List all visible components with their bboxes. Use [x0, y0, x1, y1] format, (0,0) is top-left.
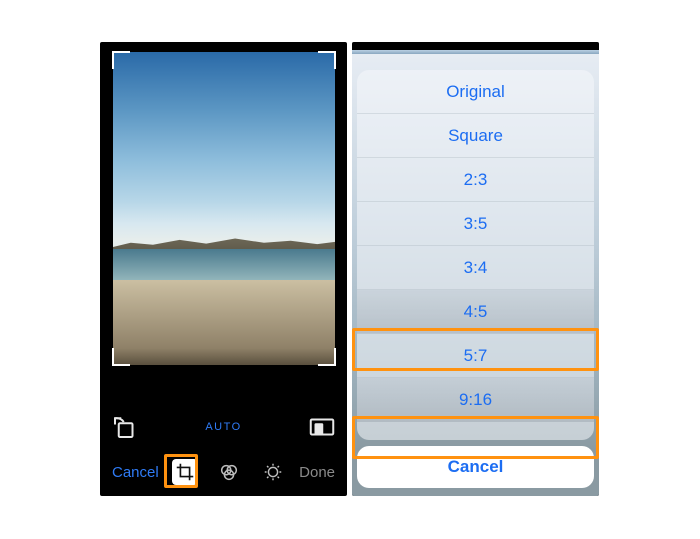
crop-handle-top-right[interactable]	[318, 51, 336, 69]
ratio-option-9-16[interactable]: 9:16	[357, 378, 594, 422]
ratio-option-5-7[interactable]: 5:7	[357, 334, 594, 378]
crop-icon[interactable]	[172, 459, 198, 485]
crop-handle-bottom-right[interactable]	[318, 348, 336, 366]
editor-bottom-bar: Cancel D	[100, 448, 347, 496]
crop-canvas[interactable]	[113, 52, 335, 365]
status-bar	[352, 42, 599, 54]
ratio-option-4-5[interactable]: 4:5	[357, 290, 594, 334]
filters-icon[interactable]	[216, 459, 242, 485]
ratio-option-3-5[interactable]: 3:5	[357, 202, 594, 246]
editor-screen: AUTO Cancel	[100, 42, 347, 496]
aspect-icon[interactable]	[307, 412, 337, 442]
cancel-button[interactable]: Cancel	[112, 464, 159, 481]
crop-handle-bottom-left[interactable]	[112, 348, 130, 366]
done-button[interactable]: Done	[299, 464, 335, 481]
ratio-option-original[interactable]: Original	[357, 70, 594, 114]
crop-handle-top-left[interactable]	[112, 51, 130, 69]
photo-beach	[113, 280, 335, 365]
aspect-ratio-sheet-screen: Original Square 2:3 3:5 3:4 4:5 5:7 9:16…	[352, 42, 599, 496]
crop-toolbar: AUTO	[100, 410, 347, 444]
sheet-cancel-button[interactable]: Cancel	[357, 446, 594, 488]
auto-label[interactable]: AUTO	[205, 421, 241, 433]
ratio-option-square[interactable]: Square	[357, 114, 594, 158]
ratio-option-3-4[interactable]: 3:4	[357, 246, 594, 290]
rotate-icon[interactable]	[110, 412, 140, 442]
adjust-icon[interactable]	[260, 459, 286, 485]
aspect-ratio-sheet: Original Square 2:3 3:5 3:4 4:5 5:7 9:16	[357, 70, 594, 440]
ratio-option-2-3[interactable]: 2:3	[357, 158, 594, 202]
